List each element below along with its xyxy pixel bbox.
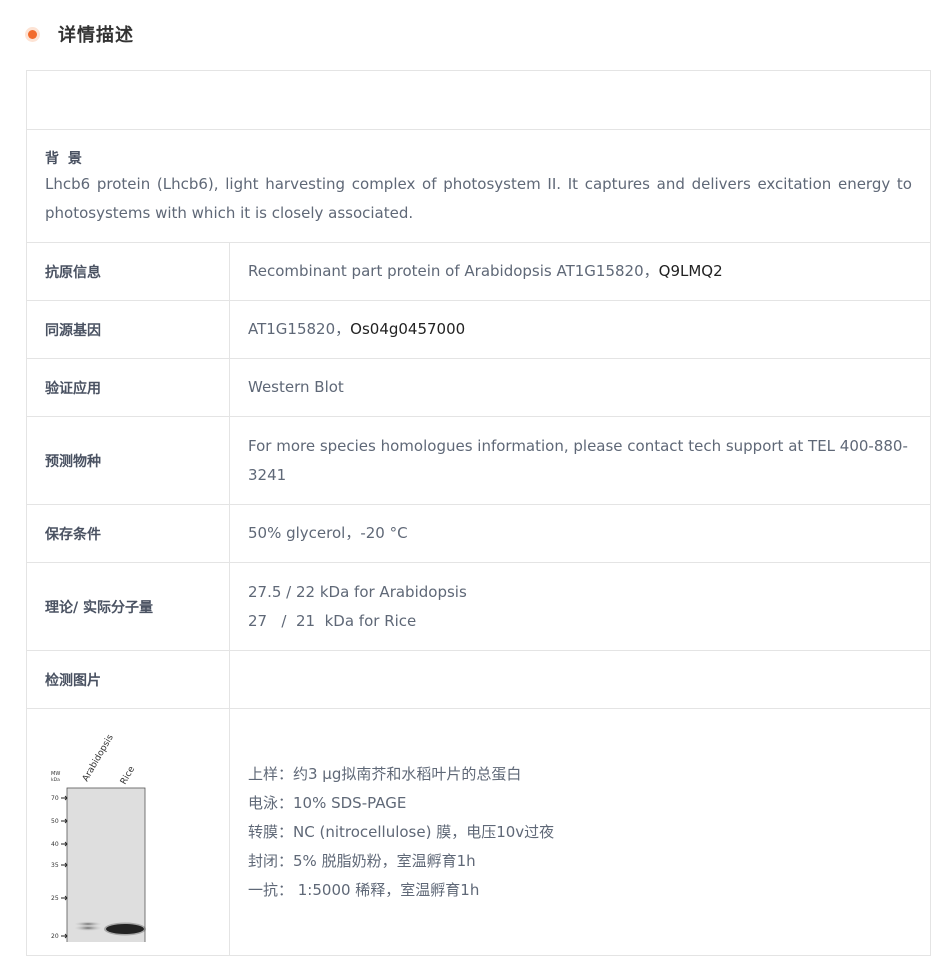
background-label: 背 景 (45, 151, 84, 167)
blot-row: MW kDa Arabidopsis Rice 70 50 40 35 25 2… (27, 708, 930, 955)
species-label: 预测物种 (27, 417, 230, 504)
background-text: Lhcb6 protein (Lhcb6), light harvesting … (45, 175, 912, 222)
section-header: 详情描述 (26, 18, 134, 50)
antigen-row: 抗原信息 Recombinant part protein of Arabido… (27, 242, 930, 300)
marker-70: 70 (51, 795, 59, 802)
homolog-label: 同源基因 (27, 301, 230, 358)
application-row: 验证应用 Western Blot (27, 358, 930, 416)
species-row: 预测物种 For more species homologues informa… (27, 416, 930, 504)
mw-label: 理论/ 实际分子量 (27, 563, 230, 650)
details-table: 背 景 Lhcb6 protein (Lhcb6), light harvest… (26, 70, 931, 956)
mw-ladder: 70 50 40 35 25 20 (51, 795, 68, 940)
homolog-value: AT1G15820，Os04g0457000 (230, 301, 930, 358)
mw-header: MW (51, 771, 60, 777)
lane-label-arabidopsis: Arabidopsis (81, 733, 116, 784)
western-blot-image: MW kDa Arabidopsis Rice 70 50 40 35 25 2… (51, 733, 146, 942)
homolog-row: 同源基因 AT1G15820，Os04g0457000 (27, 300, 930, 358)
background-row: 背 景 Lhcb6 protein (Lhcb6), light harvest… (27, 129, 930, 242)
blot-cell: MW kDa Arabidopsis Rice 70 50 40 35 25 2… (27, 709, 230, 955)
uniprot-link[interactable]: Q9LMQ2 (659, 262, 723, 280)
note-transfer: 转膜：NC (nitrocellulose) 膜，电压10v过夜 (248, 822, 555, 841)
mw-value-rice: 27 / 21 kDa for Rice (248, 611, 417, 630)
storage-label: 保存条件 (27, 505, 230, 562)
antigen-value: Recombinant part protein of Arabidopsis … (230, 243, 930, 300)
antigen-label: 抗原信息 (27, 243, 230, 300)
species-value: For more species homologues information,… (248, 436, 908, 484)
bullet-dot-icon (28, 29, 37, 39)
marker-40: 40 (51, 841, 59, 848)
mw-value-arabidopsis: 27.5 / 22 kDa for Arabidopsis (248, 582, 467, 601)
application-label: 验证应用 (27, 359, 230, 416)
lane-label-rice: Rice (119, 764, 138, 786)
rice-gene-link[interactable]: Os04g0457000 (350, 320, 465, 338)
note-primary-antibody: 一抗： 1:5000 稀释，室温孵育1h (248, 880, 480, 899)
marker-35: 35 (51, 862, 59, 869)
protocol-notes: 上样：约3 µg拟南芥和水稻叶片的总蛋白 电泳：10% SDS-PAGE 转膜：… (230, 709, 930, 955)
application-value: Western Blot (248, 378, 344, 396)
section-title: 详情描述 (58, 25, 134, 46)
blot-membrane (66, 787, 146, 942)
mw-row: 理论/ 实际分子量 27.5 / 22 kDa for Arabidopsis … (27, 562, 930, 650)
antigen-text: Recombinant part protein of Arabidopsis … (248, 262, 659, 280)
note-blocking: 封闭：5% 脱脂奶粉，室温孵育1h (248, 851, 476, 870)
marker-50: 50 (51, 818, 59, 825)
image-row: 检测图片 (27, 650, 930, 708)
note-electrophoresis: 电泳：10% SDS-PAGE (248, 793, 407, 812)
homolog-text: AT1G15820， (248, 320, 351, 338)
image-label: 检测图片 (27, 651, 230, 708)
note-loading: 上样：约3 µg拟南芥和水稻叶片的总蛋白 (248, 764, 522, 783)
marker-20: 20 (51, 933, 59, 940)
mw-unit: kDa (51, 777, 60, 783)
band-arabidopsis-lower (74, 925, 102, 931)
marker-25: 25 (51, 895, 59, 902)
storage-value: 50% glycerol，-20 °C (248, 524, 408, 542)
storage-row: 保存条件 50% glycerol，-20 °C (27, 504, 930, 562)
empty-row (27, 71, 930, 129)
